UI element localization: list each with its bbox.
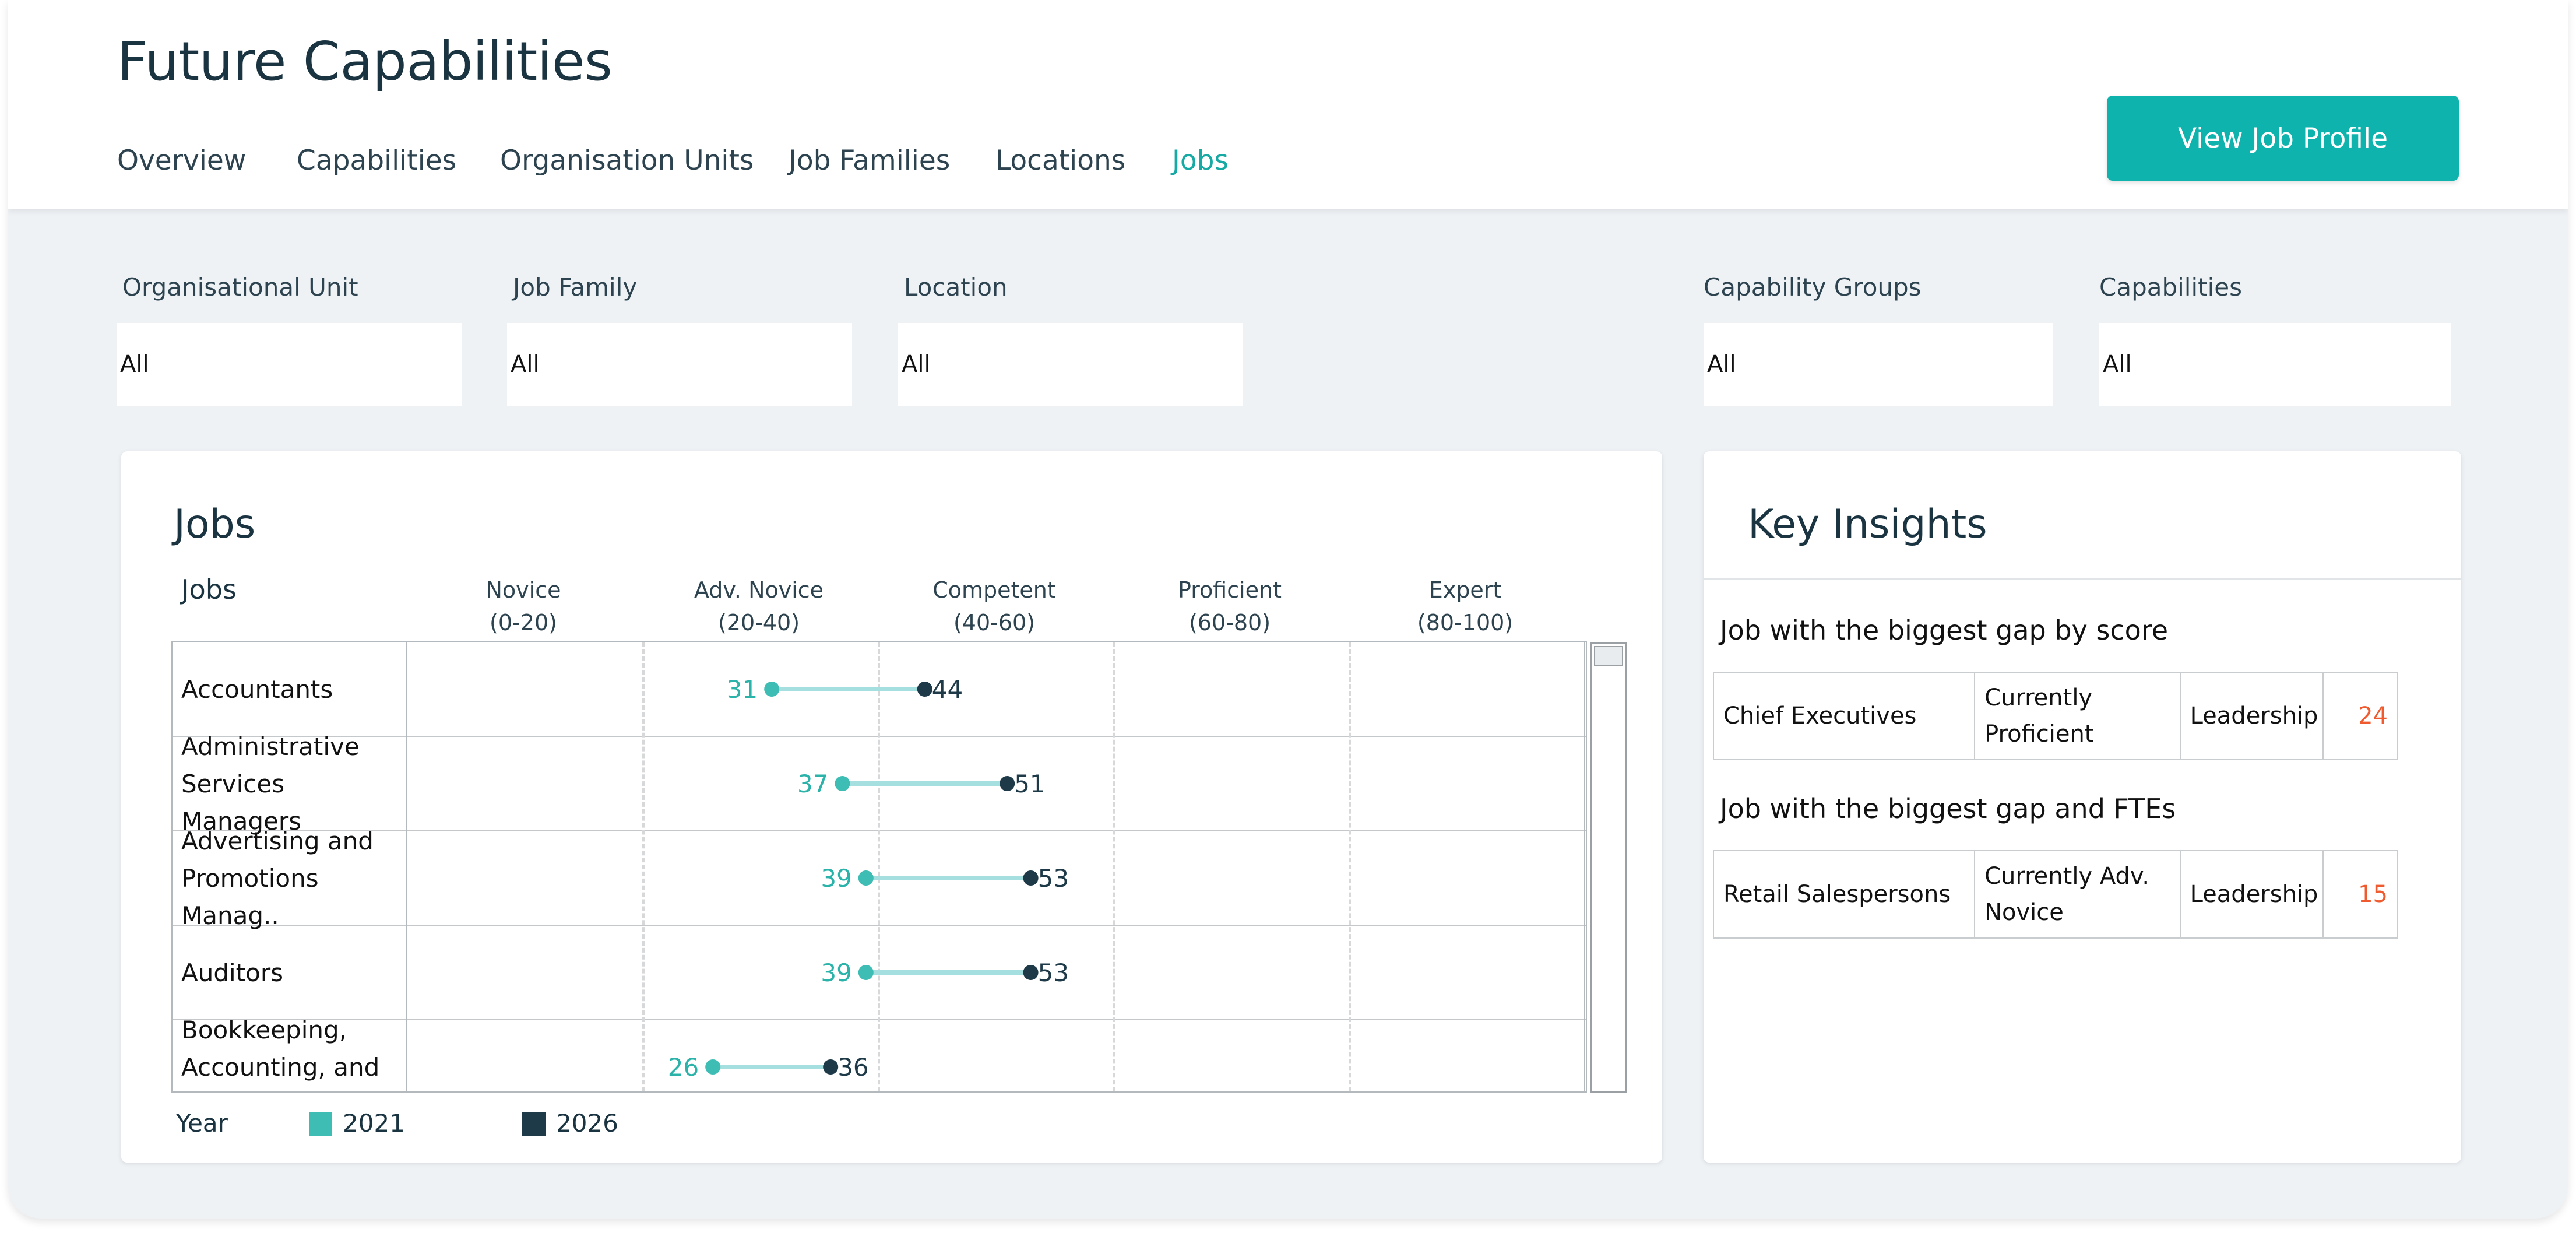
org-unit-select[interactable]: All [117,323,462,406]
data-label-2026: 53 [1038,864,1069,893]
tab-overview[interactable]: Overview [117,145,246,177]
insight-heading: Job with the biggest gap and FTEs [1720,793,2176,824]
point-2021 [858,870,874,886]
level-range: (40-60) [953,610,1036,635]
data-label-2021: 39 [821,864,851,893]
legend-swatch-2021 [309,1112,332,1136]
location-select[interactable]: All [898,323,1243,406]
insight-job: Chief Executives [1714,673,1976,759]
divider [1704,578,2461,580]
capabilities-value: All [2103,351,2132,378]
app-window: Future Capabilities Overview Capabilitie… [8,0,2568,1219]
level-header-expert: Expert (80-100) [1347,574,1583,639]
insight-gap-score: 15 [2358,881,2388,908]
org-unit-value: All [120,351,149,378]
capabilities-select[interactable]: All [2099,323,2451,406]
legend-title: Year [176,1109,228,1137]
data-label-2026: 36 [837,1053,868,1082]
jobs-column-header: Jobs [181,574,237,605]
data-label-2026: 44 [932,675,963,704]
insight-row: Retail Salespersons Currently Adv. Novic… [1713,850,2398,939]
insight-capability-group: Leadership [2181,673,2324,759]
data-label-2021: 37 [797,770,828,798]
page-title: Future Capabilities [117,30,613,93]
jobs-card-title: Jobs [174,501,256,547]
legend-label-2021: 2021 [343,1109,405,1137]
job-family-value: All [511,351,540,378]
point-2026 [1000,776,1015,791]
point-2021 [835,776,850,791]
level-name: Proficient [1177,577,1282,603]
view-job-profile-button[interactable]: View Job Profile [2107,96,2459,181]
insight-current-level: Currently Proficient [1975,673,2181,759]
vertical-scrollbar[interactable] [1590,642,1627,1093]
level-header-competent: Competent (40-60) [877,574,1112,639]
capability-groups-label: Capability Groups [1704,273,1922,301]
insight-capability-group: Leadership [2181,851,2324,937]
capability-groups-value: All [1707,351,1736,378]
level-range: (0-20) [490,610,557,635]
level-name: Expert [1428,577,1502,603]
level-header-novice: Novice (0-20) [406,574,641,639]
tab-locations[interactable]: Locations [995,145,1125,177]
job-family-label: Job Family [513,273,638,301]
level-range: (80-100) [1417,610,1514,635]
insight-heading: Job with the biggest gap by score [1720,615,2169,646]
level-name: Competent [932,577,1056,603]
job-family-select[interactable]: All [507,323,852,406]
data-label-2021: 26 [668,1053,699,1082]
point-2021 [764,682,780,697]
level-name: Adv. Novice [694,577,824,603]
level-range: (20-40) [717,610,800,635]
point-2021 [705,1059,721,1075]
location-label: Location [904,273,1008,301]
key-insights-title: Key Insights [1748,501,1987,547]
tab-organisation-units[interactable]: Organisation Units [500,145,754,177]
point-2021 [858,965,874,980]
data-label-2021: 39 [821,958,851,987]
jobs-grid: Accountants Administrative Services Mana… [171,641,1587,1093]
point-2026 [917,682,932,697]
data-label-2026: 51 [1014,770,1045,798]
insight-current-level: Currently Adv. Novice [1975,851,2181,937]
data-label-2021: 31 [727,675,758,704]
location-value: All [902,351,931,378]
level-name: Novice [485,577,561,603]
tab-job-families[interactable]: Job Families [789,145,950,177]
data-label-2026: 53 [1038,958,1069,987]
insight-job: Retail Salespersons [1714,851,1976,937]
legend-swatch-2026 [522,1112,546,1136]
jobs-card: Jobs Jobs Novice (0-20) Adv. Novice (20-40… [121,451,1662,1163]
level-range: (60-80) [1188,610,1271,635]
level-header-adv-novice: Adv. Novice (20-40) [641,574,877,639]
org-unit-label: Organisational Unit [122,273,358,301]
tab-jobs[interactable]: Jobs [1172,145,1229,177]
page-header: Future Capabilities Overview Capabilitie… [8,0,2568,209]
level-header-proficient: Proficient (60-80) [1112,574,1347,639]
point-2026 [823,1059,839,1075]
capabilities-label: Capabilities [2099,273,2242,301]
point-2026 [1023,870,1039,886]
tab-capabilities[interactable]: Capabilities [297,145,456,177]
legend-label-2026: 2026 [556,1109,618,1137]
key-insights-card: Key Insights Job with the biggest gap by… [1704,451,2461,1163]
point-2026 [1023,965,1039,980]
scrollbar-thumb[interactable] [1594,646,1623,666]
dumbbell-chart: 31 44 37 51 39 53 39 53 26 36 [668,675,1069,1082]
insight-gap-score: 24 [2358,703,2388,729]
capability-groups-select[interactable]: All [1704,323,2053,406]
insight-row: Chief Executives Currently Proficient Le… [1713,672,2398,760]
